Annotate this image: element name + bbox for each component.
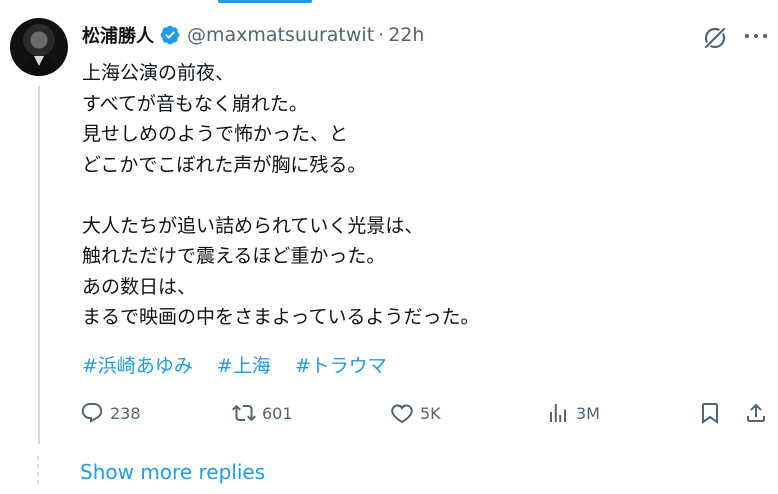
hashtag-link[interactable]: #トラウマ [295,351,387,378]
display-name[interactable]: 松浦勝人 [82,22,154,48]
reply-button[interactable]: 238 [80,398,141,428]
show-more-replies-link[interactable]: Show more replies [80,460,265,484]
share-icon [747,403,765,422]
reply-icon [81,403,103,423]
repost-button[interactable]: 601 [232,398,293,428]
hashtag-link[interactable]: #上海 [217,351,271,378]
tweet-header: 松浦勝人 @maxmatsuuratwit · 22h [82,22,424,48]
tweet-line: どこかでこぼれた声が胸に残る。 [82,153,367,176]
hashtag-link[interactable]: #浜崎あゆみ [82,351,193,378]
active-tab-indicator [218,0,312,3]
share-button[interactable] [744,398,768,428]
thread-dots [34,456,42,492]
separator: · [378,24,385,46]
verified-badge-icon[interactable] [159,24,181,46]
tweet-line: まるで映画の中をさまよっているようだった。 [82,306,480,328]
bookmark-icon [702,403,718,424]
repost-count: 601 [262,403,293,423]
handle[interactable]: @maxmatsuuratwit [187,24,374,46]
avatar[interactable] [10,18,68,76]
grok-icon[interactable] [701,24,729,52]
like-button[interactable]: 5K [390,398,441,428]
repost-icon [232,404,256,422]
like-icon [391,404,413,424]
more-icon[interactable] [745,34,767,42]
thread-line [38,86,40,444]
tweet-line: すべてが音もなく崩れた。 [82,92,308,115]
reply-count: 238 [110,403,141,423]
views-count: 3M [576,403,600,423]
tweet-line: 触れただけで震えるほど重かった。 [82,245,386,267]
tweet-line: 上海公演の前夜、 [82,62,235,84]
bookmark-button[interactable] [698,398,722,428]
tweet-line: 大人たちが追い詰められていく光景は、 [82,214,424,237]
tweet-line: 見せしめのようで怖かった、と [82,123,349,145]
views-icon [550,404,566,422]
tweet-line: あの数日は、 [82,275,197,298]
action-bar: 238 601 5K 3M [80,398,772,428]
timestamp[interactable]: 22h [388,24,424,46]
views-button[interactable]: 3M [546,398,600,428]
tweet-text: 上海公演の前夜、 すべてが音もなく崩れた。 見せしめのようで怖かった、と どこか… [82,58,682,333]
hashtags: #浜崎あゆみ #上海 #トラウマ [82,351,411,378]
like-count: 5K [420,403,441,423]
